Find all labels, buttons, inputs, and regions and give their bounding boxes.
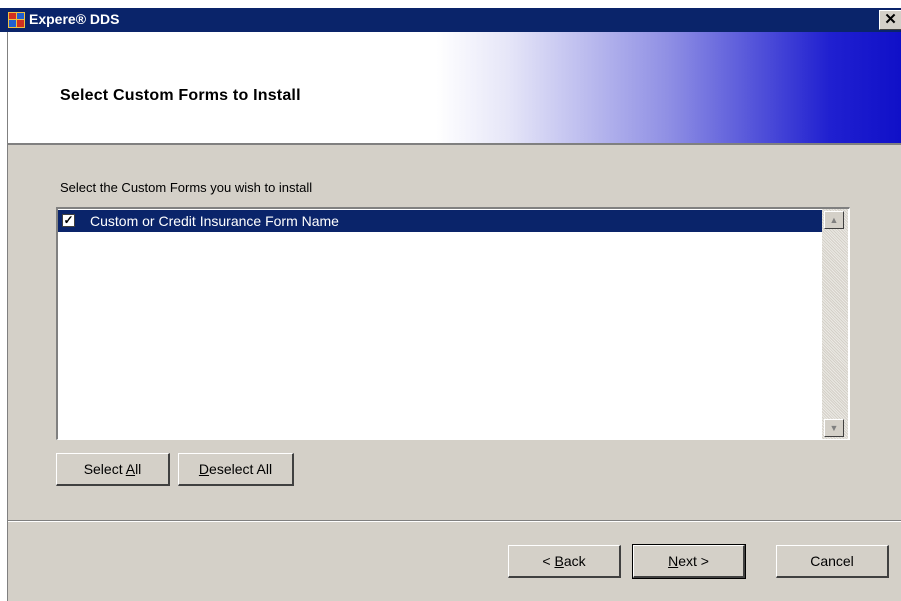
select-all-mnemonic: A [125,461,136,477]
select-all-label-start: Select [83,461,126,477]
installer-window: Expere® DDS ✕ Select Custom Forms to Ins… [0,0,901,601]
list-item-label: Custom or Credit Insurance Form Name [90,213,339,229]
back-label-end: ack [563,553,586,569]
select-all-label-end: ll [135,461,142,477]
next-mnemonic: N [668,553,679,569]
custom-forms-list[interactable]: ✓ Custom or Credit Insurance Form Name ▲… [56,207,850,440]
vertical-scrollbar[interactable]: ▲ ▼ [822,209,848,439]
left-edge [0,32,8,601]
window-title: Expere® DDS [29,11,120,27]
cancel-button[interactable]: Cancel [776,545,889,578]
back-label-start: < [542,553,555,569]
checkmark-icon: ✓ [63,213,74,227]
up-arrow-icon: ▲ [829,215,839,225]
deselect-all-mnemonic: D [198,461,210,477]
back-button[interactable]: < Back [508,545,621,578]
title-bar[interactable]: Expere® DDS ✕ [0,8,901,32]
instruction-label: Select the Custom Forms you wish to inst… [60,180,313,195]
deselect-all-button[interactable]: Deselect All [178,453,294,486]
scroll-up-button[interactable]: ▲ [824,211,844,229]
page-title: Select Custom Forms to Install [60,87,301,104]
form-checkbox[interactable]: ✓ [62,214,75,227]
header-banner: Select Custom Forms to Install [8,32,901,145]
next-button[interactable]: Next > [632,544,746,579]
down-arrow-icon: ▼ [829,423,839,433]
next-label-end: ext > [678,553,709,569]
close-button[interactable]: ✕ [879,10,901,30]
list-item[interactable]: ✓ Custom or Credit Insurance Form Name [58,210,822,232]
scroll-down-button[interactable]: ▼ [824,419,844,437]
footer-separator [8,520,901,522]
app-icon [8,12,25,28]
top-strip [0,0,901,8]
deselect-all-label-end: eselect All [209,461,273,477]
back-mnemonic: B [554,553,564,569]
close-icon: ✕ [884,11,897,28]
select-all-button[interactable]: Select All [56,453,170,486]
